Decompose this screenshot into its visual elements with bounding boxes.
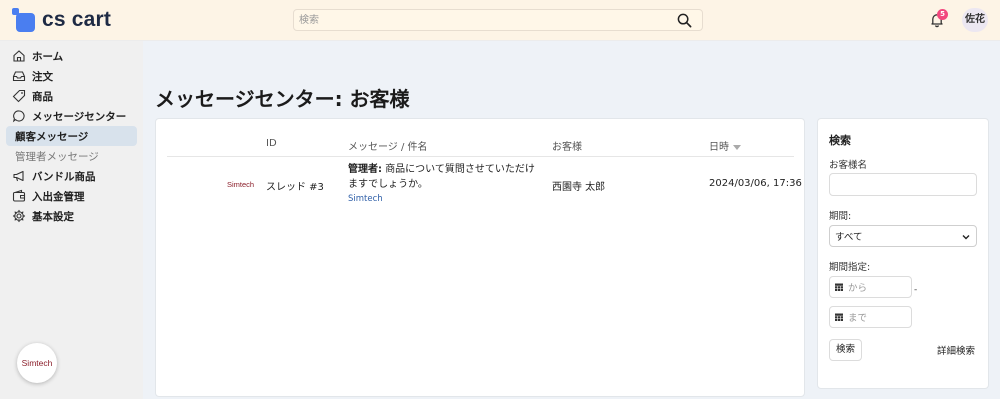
date-from-placeholder: から — [848, 283, 868, 294]
logo[interactable]: cs cart — [12, 8, 111, 32]
sidebar-item-orders[interactable]: 注文 — [6, 66, 137, 86]
brand-name: cs cart — [42, 8, 112, 31]
sidebar-item-message-center[interactable]: メッセージセンター — [6, 106, 137, 126]
message-preview[interactable]: 管理者: 商品について質問させていただけますでしょうか。 — [348, 162, 542, 192]
search-button[interactable]: 検索 — [829, 339, 862, 361]
vendor-badge[interactable]: Simtech — [17, 343, 57, 383]
sidebar-item-label: バンドル商品 — [32, 170, 96, 183]
customer-name: 西園寺 太郎 — [552, 182, 606, 193]
period-select[interactable]: すべて — [829, 225, 977, 247]
column-header-datetime[interactable]: 日時 — [709, 138, 741, 153]
customer-name-field[interactable] — [829, 173, 977, 196]
calendar-icon — [835, 283, 843, 291]
notification-badge: 5 — [937, 9, 948, 20]
sidebar-item-label: 基本設定 — [32, 210, 74, 223]
sidebar-item-products[interactable]: 商品 — [6, 86, 137, 106]
search-icon[interactable] — [677, 13, 692, 28]
message-datetime: 2024/03/06, 17:36 — [709, 178, 802, 189]
sidebar-item-label: ホーム — [32, 50, 64, 63]
sender-label: 管理者: — [348, 164, 382, 175]
date-range-separator: - — [914, 285, 918, 295]
column-header-label: 日時 — [709, 142, 729, 153]
column-header-id[interactable]: ID — [266, 138, 277, 149]
inbox-icon — [12, 71, 26, 82]
global-search — [293, 9, 703, 31]
calendar-icon — [835, 313, 843, 321]
vendor-link[interactable]: Simtech — [348, 194, 383, 204]
sidebar-item-label: 顧客メッセージ — [15, 130, 89, 143]
sidebar-item-label: 注文 — [32, 70, 53, 83]
thread-id[interactable]: スレッド #3 — [266, 178, 324, 193]
sidebar-item-label: メッセージセンター — [32, 110, 127, 123]
page-title: メッセージセンター: お客様 — [155, 87, 410, 111]
sidebar-item-admin-messages[interactable]: 管理者メッセージ — [6, 146, 137, 166]
period-selected-value: すべて — [835, 232, 863, 243]
sidebar-item-label: 管理者メッセージ — [15, 150, 99, 163]
logo-mark-icon — [12, 8, 36, 32]
user-avatar[interactable]: 佐花 — [962, 8, 988, 32]
gear-icon — [12, 209, 26, 223]
chat-bubble-icon — [12, 110, 25, 123]
sidebar-item-accounting[interactable]: 入出金管理 — [6, 186, 137, 206]
date-range-label: 期間指定: — [829, 262, 871, 273]
wallet-icon — [12, 189, 26, 202]
date-from-field[interactable]: から — [829, 276, 912, 298]
top-bar: cs cart 5 佐花 — [0, 0, 1000, 41]
sidebar-item-settings[interactable]: 基本設定 — [6, 206, 137, 226]
vendor-logo: Simtech — [227, 180, 255, 189]
period-label: 期間: — [829, 211, 852, 222]
search-panel: 検索 お客様名 期間: すべて 期間指定: から - まで 検索 詳細検索 — [817, 118, 989, 389]
tag-icon — [12, 89, 26, 103]
header-divider — [167, 156, 794, 157]
sort-desc-icon — [733, 144, 741, 150]
sidebar-item-label: 商品 — [32, 90, 53, 103]
sidebar-item-bundles[interactable]: バンドル商品 — [6, 166, 137, 186]
customer-name-label: お客様名 — [829, 160, 868, 171]
date-to-placeholder: まで — [848, 313, 868, 324]
sidebar: ホーム 注文 商品 メッセージセンター 顧客メッセージ 管理者メッセージ バンド… — [0, 41, 143, 399]
sidebar-item-home[interactable]: ホーム — [6, 46, 137, 66]
search-panel-title: 検索 — [829, 134, 851, 147]
column-header-message[interactable]: メッセージ / 件名 — [348, 138, 428, 153]
sidebar-item-customer-messages[interactable]: 顧客メッセージ — [6, 126, 137, 146]
date-to-field[interactable]: まで — [829, 306, 912, 328]
advanced-search-link[interactable]: 詳細検索 — [937, 343, 975, 357]
column-header-customer[interactable]: お客様 — [552, 138, 582, 153]
sidebar-item-label: 入出金管理 — [32, 190, 85, 203]
messages-table: ID メッセージ / 件名 お客様 日時 Simtech スレッド #3 管理者… — [155, 118, 805, 397]
megaphone-icon — [13, 170, 24, 182]
global-search-input[interactable] — [294, 10, 664, 30]
home-icon — [13, 50, 25, 62]
chevron-down-icon — [962, 235, 970, 240]
